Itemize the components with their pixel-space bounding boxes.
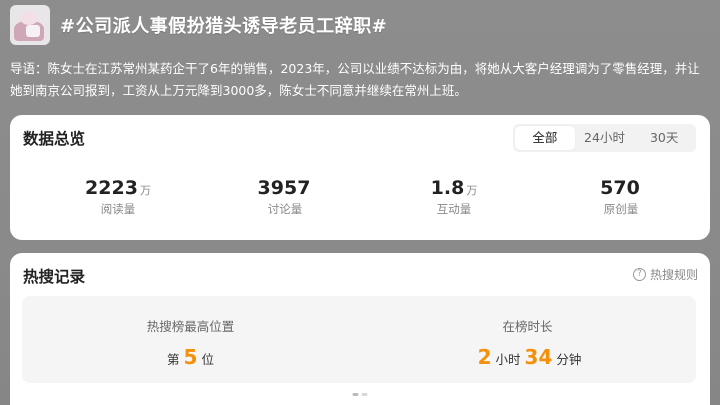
duration-minutes: 34 [524, 345, 553, 369]
stat-unit: 万 [466, 184, 478, 197]
overview-card: 数据总览 全部 24小时 30天 2223 万 阅读量 3957 讨论量 1.8 万… [10, 115, 710, 240]
best-position: 热搜榜最高位置 第5位 [22, 316, 359, 369]
time-on-list-caption: 在榜时长 [502, 319, 553, 334]
stat-label: 互动量 [436, 202, 472, 216]
hot-search-title: 热搜记录 [23, 268, 86, 286]
hot-search-rules-link[interactable]: ? 热搜规则 [632, 266, 698, 283]
stat-value: 2223 [85, 177, 138, 199]
stat-label: 阅读量 [100, 202, 136, 216]
time-range-tabs: 全部 24小时 30天 [513, 124, 696, 152]
indicator-dot [352, 393, 359, 396]
tab-24h[interactable]: 24小时 [575, 126, 635, 150]
stat-reads: 2223 万 阅读量 [48, 177, 188, 217]
hot-search-rules-label: 热搜规则 [649, 268, 698, 282]
time-on-list: 在榜时长 2 小时 34 分钟 [359, 316, 696, 369]
topic-header: #公司派人事假扮猎头诱导老员工辞职# [10, 4, 710, 46]
intro-text: 导语：陈女士在江苏常州某药企干了6年的销售，2023年，公司以业绩不达标为由，将… [10, 61, 700, 98]
question-circle-icon: ? [632, 268, 646, 281]
stat-discussions: 3957 讨论量 [215, 177, 355, 217]
topic-title: #公司派人事假扮猎头诱导老员工辞职# [60, 16, 388, 37]
duration-hours-unit: 小时 [495, 352, 521, 367]
best-position-prefix: 第 [167, 352, 180, 367]
carousel-indicator [352, 393, 368, 396]
stat-label: 原创量 [603, 202, 639, 216]
hot-search-card: 热搜记录 ? 热搜规则 热搜榜最高位置 第5位 在榜时长 2 小时 34 分钟 [10, 253, 710, 405]
stat-interactions: 1.8 万 互动量 [384, 177, 524, 217]
stat-value: 570 [600, 177, 640, 199]
stats-row: 2223 万 阅读量 3957 讨论量 1.8 万 互动量 570 原创量 [10, 177, 710, 227]
tab-30d[interactable]: 30天 [634, 126, 694, 150]
indicator-dot [361, 393, 368, 396]
duration-minutes-unit: 分钟 [556, 352, 582, 367]
best-position-value: 5 [183, 345, 198, 369]
tab-all[interactable]: 全部 [515, 126, 575, 150]
overview-title: 数据总览 [23, 130, 86, 148]
stat-value: 1.8 [430, 177, 465, 199]
topic-thumbnail[interactable] [10, 5, 50, 45]
duration-hours: 2 [477, 345, 492, 369]
best-position-caption: 热搜榜最高位置 [146, 319, 235, 334]
stat-value: 3957 [257, 177, 311, 199]
best-position-suffix: 位 [201, 352, 214, 367]
hot-search-record-box: 热搜榜最高位置 第5位 在榜时长 2 小时 34 分钟 [22, 296, 696, 383]
stat-unit: 万 [139, 184, 151, 197]
stat-original: 570 原创量 [551, 177, 691, 217]
stat-label: 讨论量 [267, 202, 303, 216]
